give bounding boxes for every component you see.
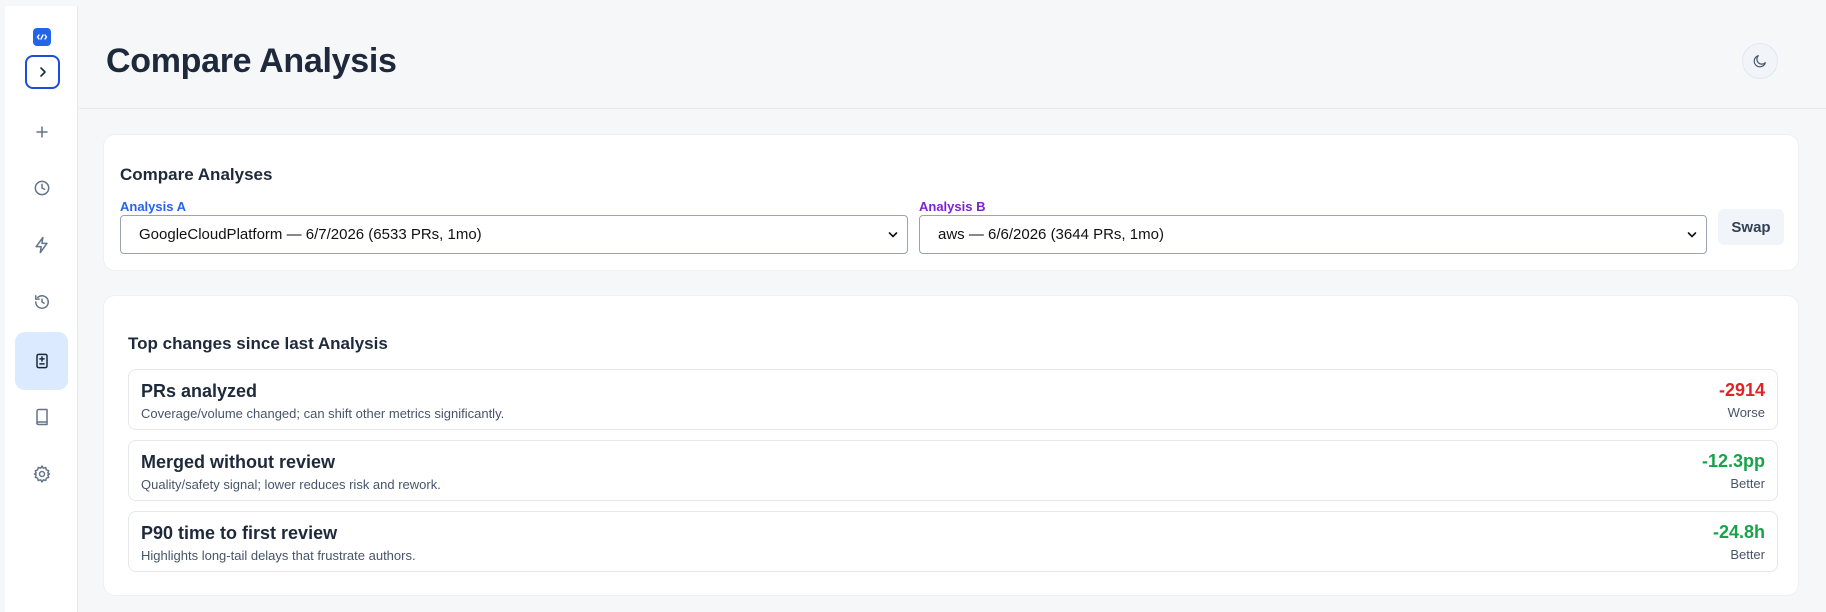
app-logo-icon[interactable]: [33, 28, 51, 46]
lightning-icon: [34, 236, 48, 254]
change-description: Quality/safety signal; lower reduces ris…: [141, 477, 441, 492]
compare-card-title: Compare Analyses: [120, 165, 273, 184]
change-row: Merged without review Quality/safety sig…: [128, 440, 1778, 501]
nav-recent[interactable]: [15, 159, 68, 217]
nav-new-analysis[interactable]: [15, 103, 68, 161]
change-value: -24.8h: [1712, 522, 1765, 542]
change-row: P90 time to first review Highlights long…: [128, 511, 1778, 572]
analysis-b-select[interactable]: aws — 6/6/2026 (3644 PRs, 1mo): [919, 215, 1707, 254]
nav-quick[interactable]: [15, 216, 68, 274]
compare-icon: [35, 353, 48, 369]
change-verdict: Better: [1730, 547, 1765, 562]
analysis-b-label: Analysis B: [919, 199, 986, 214]
sidebar: [5, 6, 78, 612]
change-title: Merged without review: [141, 452, 336, 472]
moon-icon: [1753, 55, 1766, 68]
nav-settings[interactable]: [15, 445, 68, 503]
change-title: PRs analyzed: [141, 381, 258, 401]
analysis-a-select[interactable]: GoogleCloudPlatform — 6/7/2026 (6533 PRs…: [120, 215, 908, 254]
nav-compare[interactable]: [15, 332, 68, 390]
gear-icon: [33, 465, 50, 483]
change-title: P90 time to first review: [141, 523, 338, 543]
nav-history[interactable]: [15, 273, 68, 331]
change-value: -12.3pp: [1701, 451, 1765, 471]
compare-analyses-card: Compare Analyses Analysis A GoogleCloudP…: [103, 134, 1799, 271]
nav-docs[interactable]: [15, 388, 68, 446]
chevron-right-icon: [39, 67, 46, 77]
top-changes-title: Top changes since last Analysis: [128, 334, 388, 353]
change-row: PRs analyzed Coverage/volume changed; ca…: [128, 369, 1778, 430]
chevron-down-icon: [1687, 232, 1697, 238]
change-description: Coverage/volume changed; can shift other…: [141, 406, 505, 421]
page-title: Compare Analysis: [106, 42, 397, 80]
plus-icon: [35, 126, 48, 138]
swap-button[interactable]: Swap: [1718, 209, 1784, 245]
clock-icon: [34, 180, 49, 196]
analysis-b-value: aws — 6/6/2026 (3644 PRs, 1mo): [938, 226, 1164, 243]
expand-sidebar-button[interactable]: [25, 55, 60, 89]
analysis-a-label: Analysis A: [120, 199, 186, 214]
change-verdict: Worse: [1727, 405, 1765, 420]
top-changes-card: Top changes since last Analysis PRs anal…: [103, 295, 1799, 596]
change-verdict: Better: [1730, 476, 1765, 491]
theme-toggle-button[interactable]: [1742, 43, 1778, 79]
chevron-down-icon: [888, 232, 898, 238]
book-icon: [35, 408, 48, 426]
history-icon: [34, 295, 49, 309]
change-value: -2914: [1718, 380, 1765, 400]
change-description: Highlights long-tail delays that frustra…: [141, 548, 416, 563]
page-header: Compare Analysis: [79, 6, 1826, 109]
analysis-a-value: GoogleCloudPlatform — 6/7/2026 (6533 PRs…: [139, 226, 482, 243]
